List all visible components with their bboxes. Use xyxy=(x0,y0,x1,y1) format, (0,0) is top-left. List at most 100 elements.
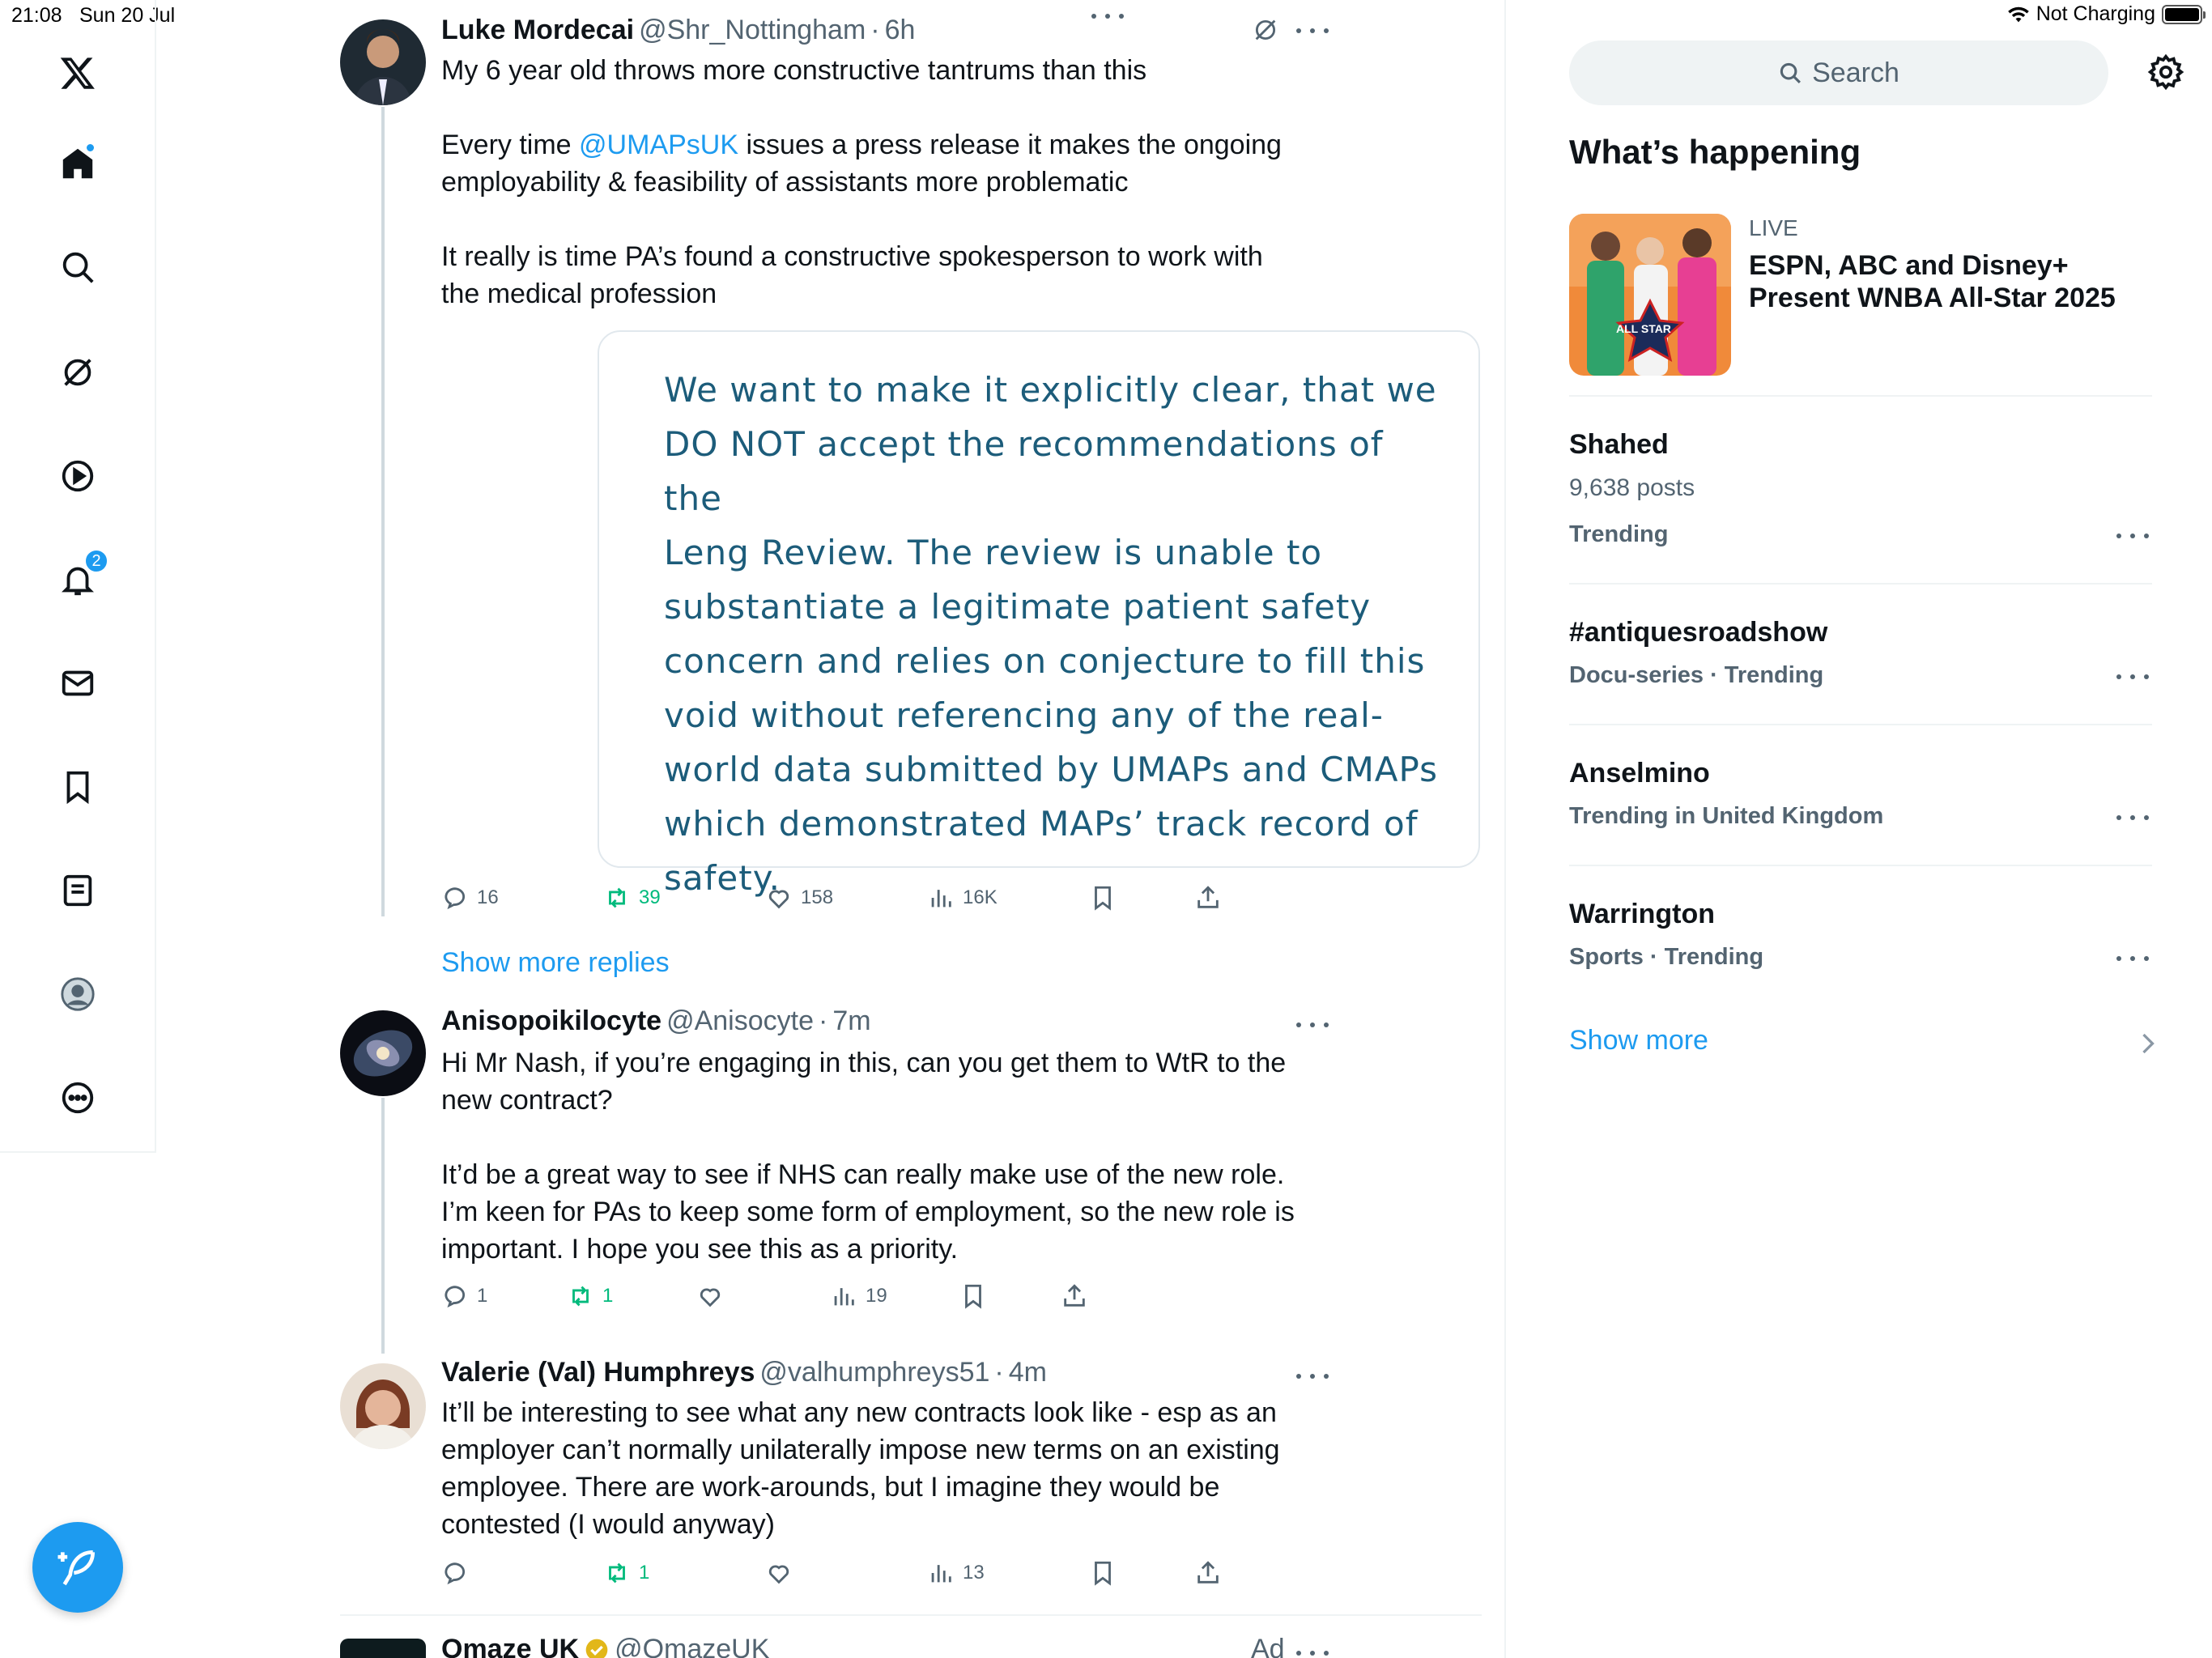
reply-icon xyxy=(445,1286,466,1308)
repost-icon xyxy=(609,1562,625,1584)
search-icon xyxy=(1780,62,1802,83)
views-chart-icon xyxy=(931,1565,951,1583)
bookmark-button[interactable] xyxy=(959,1282,987,1310)
live-event-thumbnail[interactable]: ALL STAR xyxy=(1569,214,1731,376)
tweet-text-line: Hi Mr Nash, if you’re engaging in this, … xyxy=(441,1048,1287,1116)
live-event-title[interactable]: ESPN, ABC and Disney+ Present WNBA All-S… xyxy=(1749,249,2154,314)
share-button[interactable] xyxy=(1194,884,1222,912)
gear-icon[interactable] xyxy=(2147,53,2184,91)
heart-icon xyxy=(700,1288,721,1307)
avatar-image xyxy=(340,1639,426,1658)
grok-icon[interactable] xyxy=(1252,16,1279,44)
nav-lists[interactable] xyxy=(53,866,102,915)
avatar-image xyxy=(340,1010,426,1096)
text-segment: Every time xyxy=(441,130,580,160)
bookmark-button[interactable] xyxy=(1089,884,1117,912)
nav-messages[interactable] xyxy=(53,659,102,708)
author-handle[interactable]: @Anisocyte xyxy=(666,1005,814,1037)
bookmark-button[interactable] xyxy=(1089,1559,1117,1587)
nav-explore[interactable] xyxy=(53,243,102,291)
thumbnail-text: ALL STAR xyxy=(1616,322,1671,335)
author-name[interactable]: Anisopoikilocyte xyxy=(441,1005,661,1037)
trend-name: Anselmino xyxy=(1569,758,1710,789)
tweet-body: Hi Mr Nash, if you’re engaging in this, … xyxy=(441,1044,1332,1268)
author-name[interactable]: Luke Mordecai xyxy=(441,15,634,46)
tweet-text-line: It’d be a great way to see if NHS can re… xyxy=(441,1159,1295,1265)
tweet-text-line: My 6 year old throws more constructive t… xyxy=(441,55,1147,86)
reply-button[interactable]: 1 xyxy=(441,1282,487,1310)
author-name[interactable]: Valerie (Val) Humphreys xyxy=(441,1357,755,1388)
attached-image-card[interactable]: We want to make it explicitly clear, tha… xyxy=(598,330,1480,898)
views-chart-icon xyxy=(931,890,951,908)
share-button[interactable] xyxy=(1061,1282,1088,1310)
avatar[interactable] xyxy=(340,1010,426,1096)
reply-count: 1 xyxy=(477,1285,488,1307)
avatar[interactable] xyxy=(340,1363,426,1449)
drag-handle-icon[interactable] xyxy=(1091,8,1124,24)
nav-videos[interactable] xyxy=(53,452,102,500)
nav-home[interactable] xyxy=(53,139,102,188)
repost-button[interactable]: 1 xyxy=(603,1559,649,1587)
reply-button[interactable] xyxy=(441,1559,477,1587)
views-chart-icon xyxy=(834,1288,854,1306)
repost-button[interactable]: 39 xyxy=(603,884,661,912)
views-button[interactable]: 16K xyxy=(927,884,998,912)
more-options-icon[interactable] xyxy=(2116,810,2149,826)
nav-profile[interactable] xyxy=(53,970,102,1018)
author-handle[interactable]: @OmazeUK xyxy=(615,1634,769,1658)
avatar[interactable] xyxy=(340,19,426,105)
more-options-icon[interactable] xyxy=(2116,528,2149,544)
side-navigation: 2 xyxy=(0,0,156,1153)
chevron-right-icon[interactable] xyxy=(2139,1031,2157,1056)
trend-post-count: 9,638 posts xyxy=(1569,474,1695,501)
reply-count: 16 xyxy=(477,886,499,908)
x-logo-button[interactable] xyxy=(53,49,102,97)
verified-badge-icon xyxy=(585,1639,608,1658)
tweet-time[interactable]: 7m xyxy=(832,1005,870,1037)
author-name[interactable]: Omaze UK xyxy=(441,1634,579,1658)
repost-button[interactable]: 1 xyxy=(567,1282,613,1310)
more-options-icon[interactable] xyxy=(1296,23,1329,39)
list-icon xyxy=(63,874,92,907)
like-button[interactable]: 158 xyxy=(765,884,833,912)
share-icon xyxy=(1064,1284,1085,1307)
repost-count: 39 xyxy=(639,886,661,908)
compose-post-button[interactable] xyxy=(32,1522,123,1613)
more-options-icon[interactable] xyxy=(1296,1645,1329,1658)
right-sidebar: Search What’s happening ALL STAR LIVE ES… xyxy=(1508,0,2212,1658)
tweet-time[interactable]: 6h xyxy=(885,15,916,46)
show-more-trends-link[interactable]: Show more xyxy=(1569,1025,1708,1056)
thread-line xyxy=(381,1098,385,1354)
repost-count: 1 xyxy=(602,1285,614,1307)
author-handle[interactable]: @valhumphreys51 xyxy=(759,1357,989,1388)
like-button[interactable] xyxy=(696,1282,732,1310)
divider xyxy=(1569,724,2152,725)
nav-grok[interactable] xyxy=(53,348,102,397)
more-options-icon[interactable] xyxy=(1296,1017,1329,1033)
avatar[interactable] xyxy=(340,1639,426,1658)
nav-notifications[interactable]: 2 xyxy=(53,549,108,604)
like-button[interactable] xyxy=(765,1559,801,1587)
views-button[interactable]: 13 xyxy=(927,1559,985,1587)
more-options-icon[interactable] xyxy=(2116,669,2149,685)
search-bar[interactable]: Search xyxy=(1569,40,2108,105)
repost-icon xyxy=(572,1286,589,1307)
author-handle[interactable]: @Shr_Nottingham xyxy=(639,15,866,46)
mention-link[interactable]: @UMAPsUK xyxy=(579,130,738,160)
tweet-time[interactable]: 4m xyxy=(1009,1357,1047,1388)
reply-button[interactable]: 16 xyxy=(441,884,499,912)
ad-label: Ad xyxy=(1251,1634,1285,1658)
nav-more[interactable] xyxy=(53,1073,102,1122)
show-more-replies-link[interactable]: Show more replies xyxy=(441,947,670,979)
trend-name: #antiquesroadshow xyxy=(1569,617,1828,648)
share-icon xyxy=(1197,886,1219,908)
repost-count: 1 xyxy=(639,1562,650,1584)
nav-bookmarks[interactable] xyxy=(53,763,102,811)
more-options-icon[interactable] xyxy=(2116,950,2149,967)
more-options-icon[interactable] xyxy=(1296,1368,1329,1384)
play-icon xyxy=(62,460,94,492)
share-button[interactable] xyxy=(1194,1559,1222,1587)
notifications-badge: 2 xyxy=(84,549,108,573)
views-button[interactable]: 19 xyxy=(830,1282,887,1310)
trend-meta: Sports · Trending xyxy=(1569,944,1764,970)
